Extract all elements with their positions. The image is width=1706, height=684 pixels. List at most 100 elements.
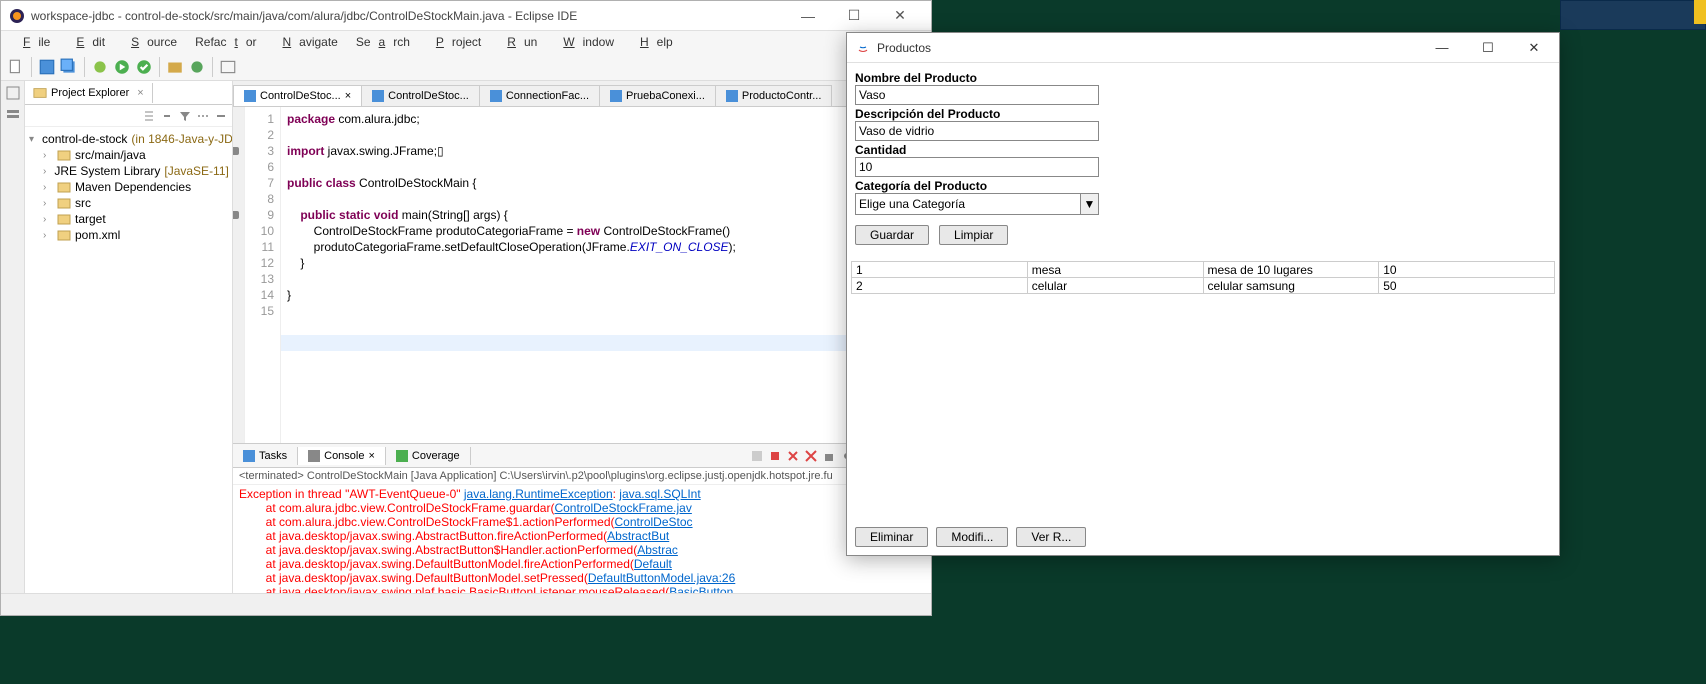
tab-tasks[interactable]: Tasks xyxy=(233,447,298,465)
eclipse-title: workspace-jdbc - control-de-stock/src/ma… xyxy=(31,9,785,23)
label-categoria: Categoría del Producto xyxy=(855,179,1551,193)
console-tabs: Tasks Console× Coverage xyxy=(233,444,931,468)
table-row[interactable]: 2celularcelular samsung50 xyxy=(852,278,1555,294)
table-wrap[interactable]: 1mesamesa de 10 lugares102celularcelular… xyxy=(847,261,1559,519)
clear-console-icon[interactable] xyxy=(749,448,765,464)
taskbar-background xyxy=(1560,0,1706,30)
bottom-buttons: Eliminar Modifi... Ver R... xyxy=(847,519,1559,555)
productos-title: Productos xyxy=(877,41,1419,55)
new-icon[interactable] xyxy=(7,58,25,76)
menu-file[interactable]: File xyxy=(7,33,58,51)
code-area[interactable]: package com.alura.jdbc;import javax.swin… xyxy=(281,107,931,443)
close-icon[interactable]: × xyxy=(137,87,143,99)
editor-tab[interactable]: ConnectionFac... xyxy=(479,85,600,106)
project-explorer-toolbar xyxy=(25,105,232,127)
tree-item[interactable]: ›target xyxy=(29,211,228,227)
tab-coverage[interactable]: Coverage xyxy=(386,447,471,465)
eclipse-icon xyxy=(9,8,25,24)
close-button[interactable]: ✕ xyxy=(877,1,923,31)
chevron-down-icon[interactable]: ▼ xyxy=(1080,194,1098,214)
eclipse-window: workspace-jdbc - control-de-stock/src/ma… xyxy=(0,0,932,616)
link-editor-icon[interactable] xyxy=(160,109,174,123)
outline-icon[interactable] xyxy=(5,107,21,123)
save-all-icon[interactable] xyxy=(60,58,78,76)
menu-project[interactable]: Project xyxy=(420,33,489,51)
tree-item[interactable]: ›Maven Dependencies xyxy=(29,179,228,195)
console-info: <terminated> ControlDeStockMain [Java Ap… xyxy=(233,468,931,485)
label-nombre: Nombre del Producto xyxy=(855,71,1551,85)
terminate-icon[interactable] xyxy=(767,448,783,464)
project-explorer-label: Project Explorer xyxy=(51,87,129,99)
restore-icon[interactable] xyxy=(5,85,21,101)
label-descripcion: Descripción del Producto xyxy=(855,107,1551,121)
view-menu-icon[interactable] xyxy=(196,109,210,123)
menu-edit[interactable]: Edit xyxy=(60,33,113,51)
statusbar xyxy=(1,593,931,615)
remove-all-icon[interactable] xyxy=(803,448,819,464)
tree-root-suffix: (in 1846-Java-y-JD xyxy=(131,132,232,146)
close-button[interactable]: ✕ xyxy=(1511,34,1557,62)
menu-run[interactable]: Run xyxy=(491,33,545,51)
tree-root[interactable]: ▾ control-de-stock (in 1846-Java-y-JD xyxy=(29,131,228,147)
select-categoria-text: Elige una Categoría xyxy=(856,197,1080,211)
toolbar xyxy=(1,53,931,81)
tree-item[interactable]: ›src/main/java xyxy=(29,147,228,163)
productos-titlebar[interactable]: Productos — ☐ ✕ xyxy=(847,33,1559,63)
editor-tab[interactable]: ProductoContr... xyxy=(715,85,833,106)
menu-search[interactable]: Search xyxy=(348,33,418,51)
menu-help[interactable]: Help xyxy=(624,33,681,51)
productos-window: Productos — ☐ ✕ Nombre del Producto Desc… xyxy=(846,32,1560,556)
productos-table[interactable]: 1mesamesa de 10 lugares102celularcelular… xyxy=(851,261,1555,294)
input-nombre[interactable] xyxy=(855,85,1099,105)
new-package-icon[interactable] xyxy=(166,58,184,76)
project-explorer-tab[interactable]: Project Explorer × xyxy=(25,83,153,103)
input-cantidad[interactable] xyxy=(855,157,1099,177)
save-icon[interactable] xyxy=(38,58,56,76)
debug-icon[interactable] xyxy=(91,58,109,76)
menu-source[interactable]: Source xyxy=(115,33,185,51)
tree-item[interactable]: ›pom.xml xyxy=(29,227,228,243)
guardar-button[interactable]: Guardar xyxy=(855,225,929,245)
maximize-button[interactable]: ☐ xyxy=(1465,34,1511,62)
taskbar-indicator xyxy=(1694,0,1706,24)
minimize-button[interactable]: — xyxy=(785,1,831,31)
minimize-view-icon[interactable] xyxy=(214,109,228,123)
menu-window[interactable]: Window xyxy=(547,33,622,51)
menubar: File Edit Source Refactor Navigate Searc… xyxy=(1,31,931,53)
main-area: Project Explorer × ▾ control-de-stock (i… xyxy=(1,81,931,615)
filter-icon[interactable] xyxy=(178,109,192,123)
select-categoria[interactable]: Elige una Categoría ▼ xyxy=(855,193,1099,215)
minimize-button[interactable]: — xyxy=(1419,34,1465,62)
editor-tab[interactable]: PruebaConexi... xyxy=(599,85,716,106)
scroll-lock-icon[interactable] xyxy=(821,448,837,464)
project-explorer-tab-row: Project Explorer × xyxy=(25,81,232,105)
limpiar-button[interactable]: Limpiar xyxy=(939,225,1008,245)
close-icon[interactable]: × xyxy=(368,450,374,462)
tree-item[interactable]: ›src xyxy=(29,195,228,211)
label-cantidad: Cantidad xyxy=(855,143,1551,157)
table-row[interactable]: 1mesamesa de 10 lugares10 xyxy=(852,262,1555,278)
ver-button[interactable]: Ver R... xyxy=(1016,527,1086,547)
tree-item[interactable]: ›JRE System Library [JavaSE-11] xyxy=(29,163,228,179)
eliminar-button[interactable]: Eliminar xyxy=(855,527,928,547)
eclipse-titlebar[interactable]: workspace-jdbc - control-de-stock/src/ma… xyxy=(1,1,931,31)
left-gutter xyxy=(1,81,25,615)
editor-tab[interactable]: ControlDeStoc...× xyxy=(233,85,362,106)
new-class-icon[interactable] xyxy=(188,58,206,76)
editor-body: 1236789101112131415 package com.alura.jd… xyxy=(233,107,931,443)
marker-bar xyxy=(233,107,245,443)
tab-console[interactable]: Console× xyxy=(298,447,386,465)
remove-icon[interactable] xyxy=(785,448,801,464)
project-tree[interactable]: ▾ control-de-stock (in 1846-Java-y-JD ›s… xyxy=(25,127,232,615)
menu-navigate[interactable]: Navigate xyxy=(266,33,345,51)
input-descripcion[interactable] xyxy=(855,121,1099,141)
editor-tabs: ControlDeStoc...×ControlDeStoc...Connect… xyxy=(233,81,931,107)
run-icon[interactable] xyxy=(113,58,131,76)
maximize-button[interactable]: ☐ xyxy=(831,1,877,31)
modificar-button[interactable]: Modifi... xyxy=(936,527,1008,547)
coverage-icon[interactable] xyxy=(135,58,153,76)
editor-tab[interactable]: ControlDeStoc... xyxy=(361,85,480,106)
open-type-icon[interactable] xyxy=(219,58,237,76)
collapse-all-icon[interactable] xyxy=(142,109,156,123)
menu-refactor[interactable]: Refactor xyxy=(187,33,264,51)
